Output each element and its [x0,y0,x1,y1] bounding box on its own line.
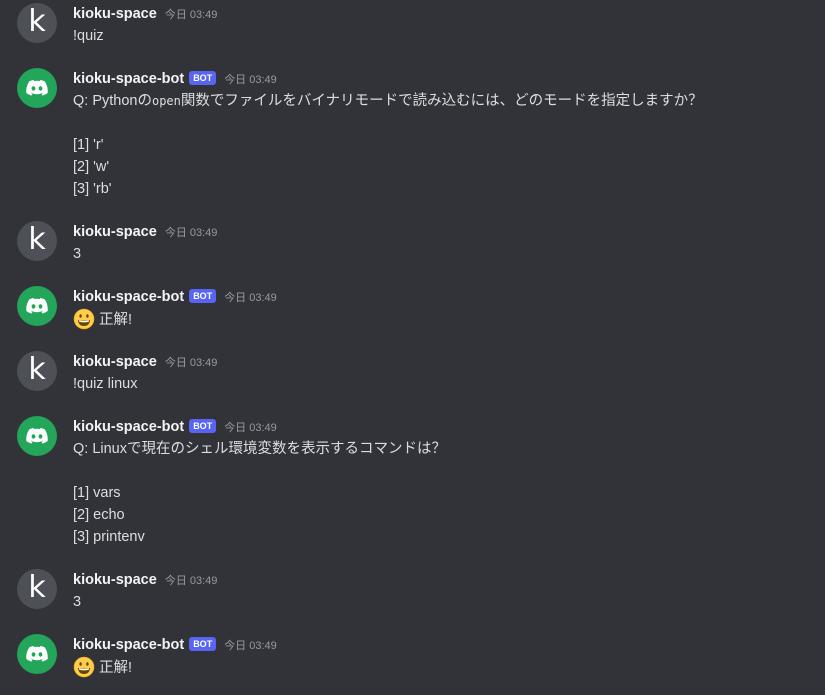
quiz-option: [3] printenv [73,529,145,545]
message-header: kioku-space 今日 03:49 [73,221,217,243]
avatar-letter: k [28,352,46,387]
discord-logo-icon [26,298,48,314]
timestamp[interactable]: 今日 03:49 [224,637,277,653]
username[interactable]: kioku-space [73,354,157,370]
message-content: Q: Linuxで現在のシェル環境変数を表示するコマンドは？ [1] vars … [73,438,446,548]
message-text: 正解! [73,308,132,330]
discord-logo-icon [26,80,48,96]
bot-badge: BOT [189,289,217,303]
message-text: 3 [73,594,82,610]
quiz-option: [2] 'w' [73,159,110,175]
avatar[interactable] [17,286,57,326]
username[interactable]: kioku-space [73,224,157,240]
quiz-question: Q: Linuxで現在のシェル環境変数を表示するコマンドは？ [73,441,446,457]
grinning-face-icon [73,308,95,330]
message-content: 3 [73,591,81,613]
message-text: !quiz linux [73,376,138,392]
discord-logo-icon [26,428,48,444]
inline-code: open [151,94,181,108]
message-content: 正解! [73,656,132,678]
message-text-content: 正解! [99,660,133,676]
message-header: kioku-space 今日 03:49 [73,3,217,25]
question-suffix: 関数でファイルをバイナリモードで読み込むには、どのモードを指定しますか？ [180,93,703,109]
quiz-question: Q: Pythonのopen関数でファイルをバイナリモードで読み込むには、どのモ… [73,90,703,112]
avatar[interactable]: k [17,3,57,43]
username[interactable]: kioku-space-bot [73,71,184,87]
message-header: kioku-space-bot BOT 今日 03:49 [73,634,277,656]
quiz-option: [3] 'rb' [73,181,112,197]
quiz-option: [1] 'r' [73,137,104,153]
avatar[interactable]: k [17,351,57,391]
discord-logo-icon [26,646,48,662]
timestamp[interactable]: 今日 03:49 [165,224,218,240]
timestamp[interactable]: 今日 03:49 [224,71,277,87]
grinning-face-icon [73,656,95,678]
message-header: kioku-space 今日 03:49 [73,351,217,373]
timestamp[interactable]: 今日 03:49 [224,419,277,435]
timestamp[interactable]: 今日 03:49 [165,354,218,370]
bot-badge: BOT [189,419,217,433]
avatar[interactable] [17,634,57,674]
timestamp[interactable]: 今日 03:49 [224,289,277,305]
message-content: Q: Pythonのopen関数でファイルをバイナリモードで読み込むには、どのモ… [73,90,703,200]
bot-badge: BOT [189,71,217,85]
message-content: 3 [73,243,81,265]
message-text: !quiz [73,28,104,44]
message-content: !quiz linux [73,373,137,395]
message-content: 正解! [73,308,132,330]
message-header: kioku-space-bot BOT 今日 03:49 [73,68,277,90]
avatar[interactable] [17,416,57,456]
username[interactable]: kioku-space-bot [73,419,184,435]
avatar[interactable] [17,68,57,108]
avatar-letter: k [28,4,46,39]
quiz-option: [2] echo [73,507,125,523]
username[interactable]: kioku-space [73,572,157,588]
message-text: 正解! [73,656,132,678]
avatar-letter: k [28,222,46,257]
avatar-letter: k [28,570,46,605]
message-text-content: 正解! [99,312,133,328]
message-header: kioku-space-bot BOT 今日 03:49 [73,416,277,438]
quiz-option: [1] vars [73,485,121,501]
bot-badge: BOT [189,637,217,651]
username[interactable]: kioku-space [73,6,157,22]
timestamp[interactable]: 今日 03:49 [165,572,218,588]
username[interactable]: kioku-space-bot [73,637,184,653]
question-prefix: Q: Pythonの [73,93,152,109]
message-content: !quiz [73,25,104,47]
timestamp[interactable]: 今日 03:49 [165,6,218,22]
message-header: kioku-space-bot BOT 今日 03:49 [73,286,277,308]
username[interactable]: kioku-space-bot [73,289,184,305]
avatar[interactable]: k [17,221,57,261]
avatar[interactable]: k [17,569,57,609]
message-header: kioku-space 今日 03:49 [73,569,217,591]
message-text: 3 [73,246,82,262]
